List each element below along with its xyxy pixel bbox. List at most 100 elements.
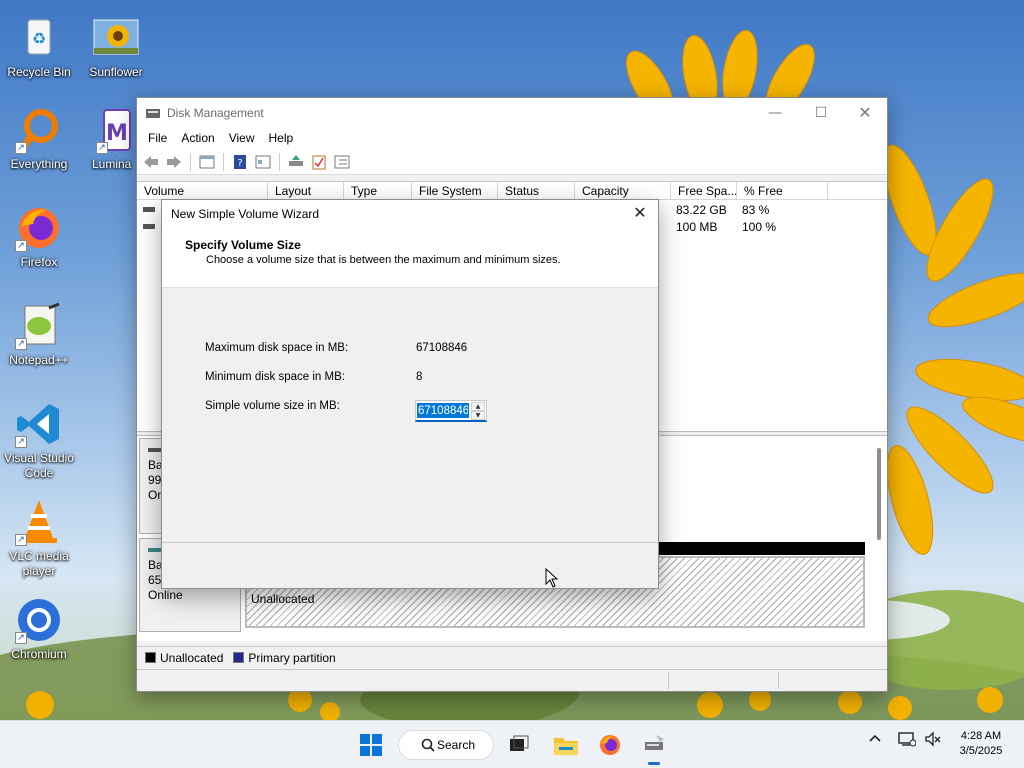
taskbar: Search 4:28 AM 3/5/2025 — [0, 720, 1024, 768]
start-button[interactable] — [355, 729, 387, 761]
desktop-icon-lumina[interactable]: M ↗ Lumina — [78, 106, 138, 172]
wizard-close-button[interactable]: ✕ — [628, 202, 652, 224]
column-header-volume[interactable]: Volume — [137, 182, 268, 199]
recycle-bin-icon: ♻ — [15, 14, 63, 62]
taskbar-clock[interactable]: 4:28 AM 3/5/2025 — [948, 729, 1014, 759]
clock-time: 4:28 AM — [960, 730, 1002, 742]
row-percent-free: 100 % — [742, 220, 777, 234]
toolbar-separator — [223, 152, 224, 171]
column-header-layout[interactable]: Layout — [268, 182, 344, 199]
column-header-capacity[interactable]: Capacity — [575, 182, 671, 199]
disk-management-icon — [645, 735, 664, 750]
window-titlebar[interactable]: Disk Management — ☐ ✕ — [137, 98, 887, 127]
task-view-button[interactable] — [503, 729, 535, 761]
column-header-type[interactable]: Type — [344, 182, 412, 199]
firefox-icon: ↗ — [15, 204, 63, 252]
shortcut-arrow-icon: ↗ — [15, 632, 27, 644]
desktop-icon-label: Lumina — [92, 157, 132, 171]
desktop-icon-sunflower[interactable]: Sunflower — [78, 14, 154, 80]
taskbar-search[interactable]: Search — [398, 730, 494, 760]
legend-swatch-unallocated — [145, 652, 156, 663]
legend-label-unallocated: Unallocated — [160, 650, 224, 665]
svg-text:?: ? — [237, 158, 242, 169]
desktop-icon-recycle-bin[interactable]: ♻ Recycle Bin — [1, 14, 77, 80]
desktop-icon-label: Chromium — [11, 647, 67, 661]
volume-drive-icon — [143, 207, 155, 212]
window-title: Disk Management — [167, 105, 264, 120]
minimize-button[interactable]: — — [752, 98, 798, 127]
chromium-icon: ↗ — [15, 596, 63, 644]
desktop-icon-vlc[interactable]: ↗ VLC media player — [1, 498, 77, 579]
graph-scrollbar[interactable] — [877, 448, 881, 540]
connect-button[interactable] — [286, 153, 306, 171]
column-header-status[interactable]: Status — [498, 182, 575, 199]
stepper-up-button[interactable]: ▲ — [471, 402, 485, 411]
back-button[interactable] — [141, 153, 161, 171]
desktop-icon-label: Visual Studio Code — [4, 451, 74, 480]
properties-icon — [255, 155, 271, 168]
column-header-file-system[interactable]: File System — [412, 182, 498, 199]
close-button[interactable]: ✕ — [842, 98, 888, 127]
desktop-icon-label: Everything — [10, 157, 68, 171]
mouse-cursor-icon — [545, 568, 559, 588]
menu-file[interactable]: File — [141, 131, 174, 145]
console-tree-icon — [199, 155, 215, 168]
wizard-header: Specify Volume Size Choose a volume size… — [162, 227, 658, 288]
forward-arrow-icon — [167, 155, 181, 168]
shortcut-arrow-icon: ↗ — [15, 240, 27, 252]
speaker-muted-icon — [925, 731, 941, 747]
vlc-icon: ↗ — [15, 498, 63, 546]
desktop-icon-vscode[interactable]: ↗ Visual Studio Code — [1, 400, 77, 481]
vscode-icon: ↗ — [15, 400, 63, 448]
wizard-subheading: Choose a volume size that is between the… — [206, 254, 561, 266]
stepper-down-button[interactable]: ▼ — [471, 411, 485, 420]
legend-label-primary: Primary partition — [248, 650, 336, 665]
disk-icon — [148, 448, 162, 452]
desktop-icon-everything[interactable]: ↗ Everything — [1, 106, 77, 172]
network-icon — [898, 732, 917, 747]
help-icon: ? — [234, 154, 246, 169]
shortcut-arrow-icon: ↗ — [15, 534, 27, 546]
folder-icon — [554, 738, 578, 755]
wizard-footer-divider — [162, 542, 658, 543]
list-view-button[interactable] — [332, 153, 352, 171]
list-view-icon — [334, 155, 350, 168]
desktop-icon-notepad-plus-plus[interactable]: ↗ Notepad++ — [1, 302, 77, 368]
svg-text:♻: ♻ — [32, 29, 46, 48]
taskbar-file-explorer[interactable] — [550, 729, 582, 761]
firefox-icon — [600, 735, 620, 755]
checklist-button[interactable] — [309, 153, 329, 171]
active-app-indicator — [648, 762, 660, 765]
volume-drive-icon — [143, 224, 155, 229]
show-hidden-icons-button[interactable] — [868, 731, 882, 748]
row-free-space: 100 MB — [676, 220, 718, 234]
forward-button[interactable] — [164, 153, 184, 171]
taskbar-firefox[interactable] — [594, 729, 626, 761]
everything-search-icon: ↗ — [15, 106, 63, 154]
volume-size-stepper: ▲ ▼ — [415, 400, 487, 422]
menu-view[interactable]: View — [222, 131, 262, 145]
image-file-icon — [92, 14, 140, 62]
status-separator — [668, 672, 669, 689]
maximize-button[interactable]: ☐ — [798, 98, 844, 127]
desktop-icon-firefox[interactable]: ↗ Firefox — [1, 204, 77, 270]
column-header-percent-free[interactable]: % Free — [737, 182, 828, 199]
menu-action[interactable]: Action — [174, 131, 221, 145]
volume-status[interactable] — [924, 731, 942, 750]
toolbar: ? — [137, 149, 887, 175]
desktop-icon-chromium[interactable]: ↗ Chromium — [1, 596, 77, 662]
help-button[interactable]: ? — [230, 153, 250, 171]
taskbar-disk-management[interactable] — [638, 729, 670, 765]
show-hide-console-button[interactable] — [197, 153, 217, 171]
back-arrow-icon — [144, 155, 158, 168]
wizard-titlebar[interactable]: New Simple Volume Wizard ✕ — [162, 200, 658, 227]
notepad-plus-plus-icon: ↗ — [15, 302, 63, 350]
disk-1-status: Online — [148, 588, 183, 602]
column-header-free-space[interactable]: Free Spa... — [671, 182, 737, 199]
properties-button[interactable] — [253, 153, 273, 171]
network-status[interactable] — [898, 731, 917, 750]
connect-disk-icon — [289, 154, 303, 166]
menu-help[interactable]: Help — [262, 131, 301, 145]
checklist-icon — [312, 155, 326, 169]
volume-size-input[interactable] — [417, 403, 469, 418]
